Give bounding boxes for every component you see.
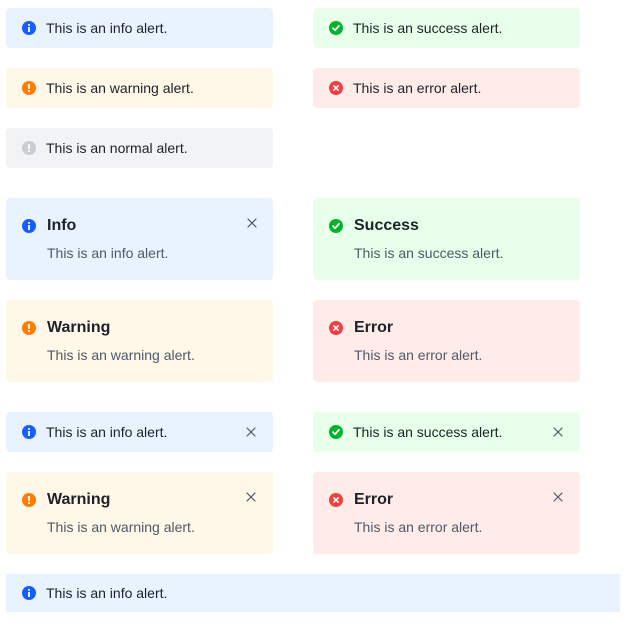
- close-icon[interactable]: [245, 426, 257, 438]
- banner-info-alert: This is an info alert.: [6, 574, 620, 612]
- closable-info-alert: This is an info alert.: [6, 412, 273, 452]
- exclamation-icon: [22, 493, 36, 507]
- error-alert: This is an error alert.: [313, 68, 580, 108]
- info-icon: [22, 21, 36, 35]
- alert-message: This is an success alert.: [353, 20, 503, 36]
- alert-message: This is an info alert.: [46, 585, 168, 601]
- alert-message: This is an info alert.: [46, 424, 168, 440]
- check-icon: [329, 21, 343, 35]
- check-icon: [329, 219, 343, 233]
- close-icon[interactable]: [552, 491, 564, 503]
- alert-message: This is an warning alert.: [46, 80, 194, 96]
- alert-message: This is an success alert.: [353, 424, 503, 440]
- close-icon[interactable]: [245, 491, 257, 503]
- alert-title: Success: [354, 217, 419, 234]
- info-icon: [22, 219, 36, 233]
- check-icon: [329, 425, 343, 439]
- alert-message: This is an success alert.: [354, 245, 504, 261]
- alert-title: Info: [47, 217, 77, 234]
- success-alert-with-title: Success This is an success alert.: [313, 198, 580, 280]
- exclamation-icon: [22, 81, 36, 95]
- alert-title: Error: [354, 319, 394, 336]
- closable-warning-alert-with-title: Warning This is an warning alert.: [6, 472, 273, 554]
- warning-alert-with-title: Warning This is an warning alert.: [6, 300, 273, 382]
- info-alert-with-title: Info This is an info alert.: [6, 198, 273, 280]
- alert-title: Error: [354, 491, 394, 508]
- closable-error-alert-with-title: Error This is an error alert.: [313, 472, 580, 554]
- alert-message: This is an normal alert.: [46, 140, 188, 156]
- alert-message: This is an error alert.: [353, 80, 482, 96]
- error-alert-with-title: Error This is an error alert.: [313, 300, 580, 382]
- close-circle-icon: [329, 81, 343, 95]
- alert-title: Warning: [47, 319, 111, 336]
- info-icon: [22, 586, 36, 600]
- close-icon[interactable]: [246, 217, 258, 229]
- info-alert: This is an info alert.: [6, 8, 273, 48]
- closable-success-alert: This is an success alert.: [313, 412, 580, 452]
- alert-message: This is an warning alert.: [47, 519, 195, 535]
- exclamation-icon: [22, 321, 36, 335]
- normal-alert: This is an normal alert.: [6, 128, 273, 168]
- info-icon: [22, 425, 36, 439]
- close-icon[interactable]: [552, 426, 564, 438]
- alert-message: This is an error alert.: [354, 519, 483, 535]
- success-alert: This is an success alert.: [313, 8, 580, 48]
- alert-message: This is an warning alert.: [47, 347, 195, 363]
- alert-message: This is an info alert.: [46, 20, 168, 36]
- alert-message: This is an info alert.: [47, 245, 169, 261]
- alert-message: This is an error alert.: [354, 347, 483, 363]
- info-grey-icon: [22, 141, 36, 155]
- close-circle-icon: [329, 493, 343, 507]
- close-circle-icon: [329, 321, 343, 335]
- alert-title: Warning: [47, 491, 111, 508]
- warning-alert: This is an warning alert.: [6, 68, 273, 108]
